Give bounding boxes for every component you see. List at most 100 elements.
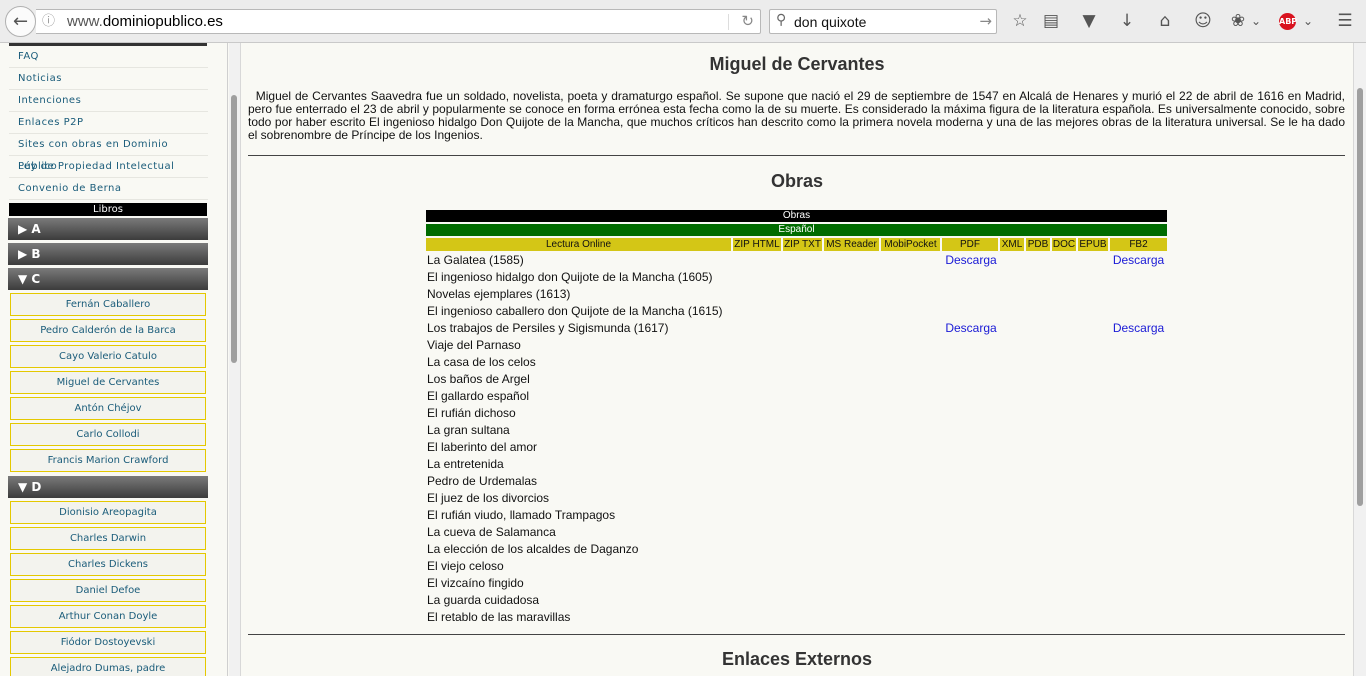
cell-epub: [1078, 491, 1110, 506]
sidebar-scrollbar[interactable]: [229, 43, 241, 676]
work-title: El retablo de las maravillas: [427, 610, 571, 624]
chat-icon[interactable]: ☺: [1193, 10, 1213, 32]
sidebar-link-intenciones[interactable]: Intenciones: [9, 90, 208, 112]
back-arrow-icon[interactable]: ←: [5, 6, 36, 37]
cell-mobipocket: [881, 508, 942, 523]
category-b[interactable]: ▶ B: [8, 243, 208, 265]
cell-ms-reader: [824, 593, 881, 608]
sidebar-link-faq[interactable]: FAQ: [9, 46, 208, 68]
cell-doc: [1052, 542, 1078, 557]
sidebar-link-enlaces-p2p[interactable]: Enlaces P2P: [9, 112, 208, 134]
table-row: La gran sultana: [426, 423, 1167, 438]
author-link[interactable]: Daniel Defoe: [10, 579, 206, 602]
work-title: El viejo celoso: [427, 559, 504, 573]
author-link[interactable]: Miguel de Cervantes: [10, 371, 206, 394]
reading-list-icon[interactable]: ▤: [1041, 10, 1061, 32]
cell-ms-reader: [824, 389, 881, 404]
url-bar[interactable]: ⓘ www.dominiopublico.es ↻: [36, 9, 761, 34]
author-link[interactable]: Charles Dickens: [10, 553, 206, 576]
author-link[interactable]: Francis Marion Crawford: [10, 449, 206, 472]
pdf-download-link: [942, 610, 1000, 625]
pocket-icon[interactable]: ▼: [1079, 10, 1099, 32]
cell-xml: [1000, 321, 1026, 336]
cell-mobipocket: [881, 270, 942, 285]
fb2-download-link: [1110, 559, 1167, 574]
author-link[interactable]: Dionisio Areopagita: [10, 501, 206, 524]
cell-ms-reader: [824, 355, 881, 370]
info-icon[interactable]: ⓘ: [42, 10, 55, 33]
sidebar-link-convenio[interactable]: Convenio de Berna: [9, 178, 208, 200]
author-link[interactable]: Cayo Valerio Catulo: [10, 345, 206, 368]
author-link[interactable]: Fernán Caballero: [10, 293, 206, 316]
fb2-download-link: [1110, 525, 1167, 540]
col-header: MobiPocket: [881, 238, 942, 251]
chevron-down-icon[interactable]: ⌄: [1301, 10, 1315, 32]
author-link[interactable]: Charles Darwin: [10, 527, 206, 550]
adblock-icon[interactable]: ABP: [1279, 13, 1297, 30]
works-body: La Galatea (1585) Descarga Descarga El inge…: [426, 253, 1167, 625]
search-input[interactable]: don quixote: [794, 14, 866, 30]
cell-ms-reader: [824, 508, 881, 523]
download-icon[interactable]: ↓: [1117, 10, 1137, 32]
cell-pdb: [1026, 338, 1052, 353]
author-link[interactable]: Arthur Conan Doyle: [10, 605, 206, 628]
menu-icon[interactable]: ☰: [1335, 10, 1355, 32]
work-title: Viaje del Parnaso: [427, 338, 521, 352]
cell-doc: [1052, 474, 1078, 489]
cell-zip-html: [733, 559, 783, 574]
cell-zip-html: [733, 610, 783, 625]
pdf-download-link[interactable]: Descarga: [942, 253, 1000, 268]
cell-xml: [1000, 287, 1026, 302]
cell-ms-reader: [824, 491, 881, 506]
cell-pdb: [1026, 389, 1052, 404]
table-row: La entretenida: [426, 457, 1167, 472]
pdf-download-link: [942, 457, 1000, 472]
sidebar: FAQ Noticias Intenciones Enlaces P2P Sit…: [0, 43, 228, 676]
pdf-download-link[interactable]: Descarga: [942, 321, 1000, 336]
fb2-download-link: [1110, 270, 1167, 285]
sidebar-link-sites[interactable]: Sites con obras en Dominio Público: [9, 134, 208, 172]
work-title: La gran sultana: [427, 423, 510, 437]
cell-zip-txt: [783, 389, 824, 404]
addon-icon[interactable]: ❀: [1228, 10, 1248, 32]
category-a[interactable]: ▶ A: [8, 218, 208, 240]
search-icon: ⚲: [776, 12, 787, 28]
fb2-download-link: [1110, 372, 1167, 387]
reload-icon[interactable]: ↻: [741, 10, 754, 33]
work-title: El laberinto del amor: [427, 440, 538, 454]
fb2-download-link: [1110, 389, 1167, 404]
work-title: Los trabajos de Persiles y Sigismunda (1…: [427, 321, 669, 335]
pdf-download-link: [942, 559, 1000, 574]
cell-doc: [1052, 287, 1078, 302]
sidebar-link-ley[interactable]: Ley de Propiedad Intelectual: [9, 156, 208, 178]
fb2-download-link[interactable]: Descarga: [1110, 321, 1167, 336]
search-go-icon[interactable]: →: [979, 12, 992, 30]
category-d[interactable]: ▼ D: [8, 476, 208, 498]
work-title: El ingenioso caballero don Quijote de la…: [427, 304, 723, 318]
table-title: Obras: [426, 210, 1167, 222]
cell-mobipocket: [881, 372, 942, 387]
sidebar-links: FAQ Noticias Intenciones Enlaces P2P Sit…: [9, 46, 208, 200]
url-text[interactable]: www.dominiopublico.es: [67, 10, 223, 33]
author-link[interactable]: Carlo Collodi: [10, 423, 206, 446]
category-c[interactable]: ▼ C: [8, 268, 208, 290]
cell-zip-txt: [783, 304, 824, 319]
main-scrollbar-thumb[interactable]: [1357, 88, 1363, 506]
bookmark-star-icon[interactable]: ☆: [1010, 10, 1030, 32]
author-link[interactable]: Pedro Calderón de la Barca: [10, 319, 206, 342]
home-icon[interactable]: ⌂: [1155, 10, 1175, 32]
cell-epub: [1078, 321, 1110, 336]
fb2-download-link: [1110, 287, 1167, 302]
author-link[interactable]: Antón Chéjov: [10, 397, 206, 420]
sidebar-scrollbar-thumb[interactable]: [231, 95, 237, 363]
fb2-download-link[interactable]: Descarga: [1110, 253, 1167, 268]
sidebar-link-noticias[interactable]: Noticias: [9, 68, 208, 90]
author-link[interactable]: Alejadro Dumas, padre: [10, 657, 206, 676]
chevron-down-icon[interactable]: ⌄: [1249, 10, 1263, 32]
author-link[interactable]: Fiódor Dostoyevski: [10, 631, 206, 654]
search-bar[interactable]: ⚲ don quixote →: [769, 9, 997, 34]
col-header: MS Reader: [824, 238, 881, 251]
main-scrollbar[interactable]: [1353, 43, 1366, 676]
fb2-download-link: [1110, 304, 1167, 319]
cell-xml: [1000, 338, 1026, 353]
